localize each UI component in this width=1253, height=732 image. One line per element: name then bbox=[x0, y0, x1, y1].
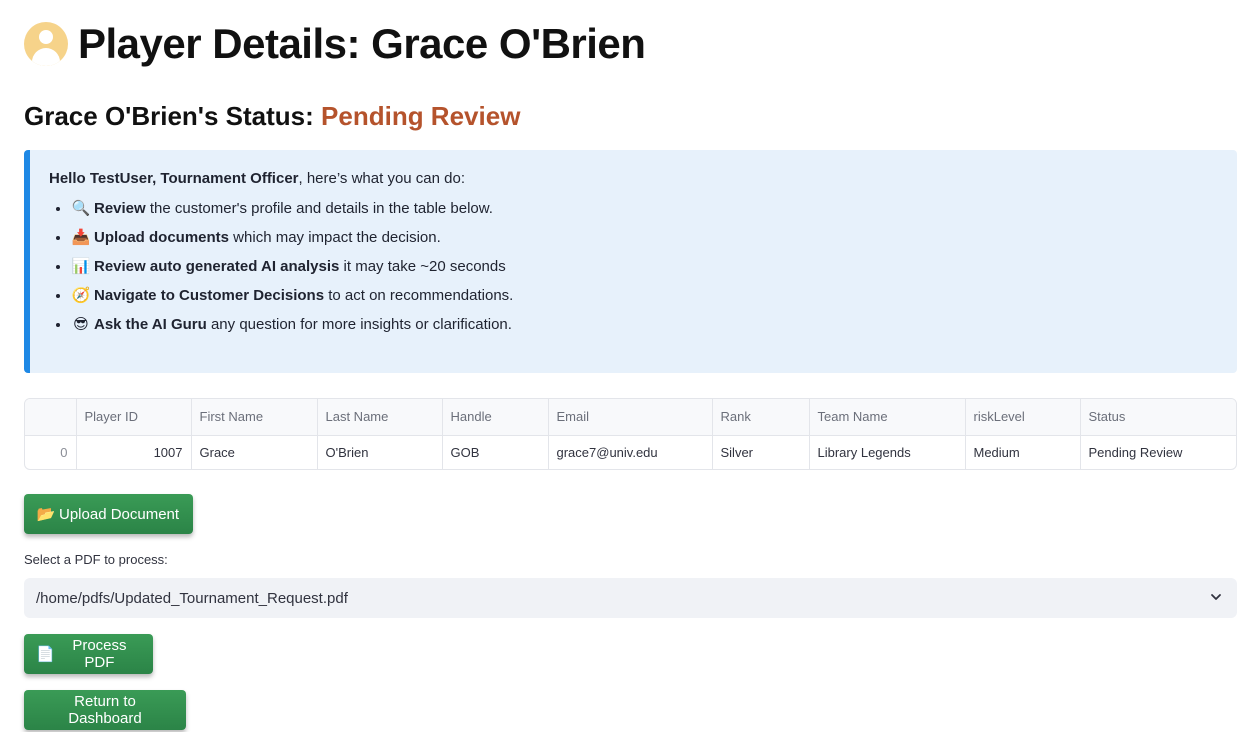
list-item-text: any question for more insights or clarif… bbox=[206, 316, 512, 333]
handle-cell[interactable]: GOB bbox=[442, 435, 549, 469]
pdf-select-label: Select a PDF to process: bbox=[24, 552, 168, 567]
list-item: 📥Upload documents which may impact the d… bbox=[71, 228, 1217, 248]
player-details-page: Player Details: Grace O'Brien Grace O'Br… bbox=[0, 0, 1253, 732]
column-header-player-id[interactable]: Player ID bbox=[76, 399, 192, 436]
upload-document-label: Upload Document bbox=[59, 505, 180, 523]
column-header-handle[interactable]: Handle bbox=[442, 399, 549, 436]
column-header-index[interactable] bbox=[25, 399, 77, 436]
process-pdf-label: Process PDF bbox=[72, 637, 127, 671]
status-cell[interactable]: Pending Review bbox=[1080, 435, 1236, 469]
greeting-bold: Hello TestUser, Tournament Officer bbox=[49, 170, 299, 187]
list-item-bold: Upload documents bbox=[94, 229, 230, 246]
column-header-last-name[interactable]: Last Name bbox=[317, 399, 443, 436]
page-title: Player Details: Grace O'Brien bbox=[78, 20, 646, 67]
instructions-info-box: Hello TestUser, Tournament Officer, here… bbox=[24, 150, 1237, 373]
user-avatar-icon bbox=[24, 22, 68, 66]
column-header-email[interactable]: Email bbox=[548, 399, 713, 436]
pdf-select-dropdown[interactable]: /home/pdfs/Updated_Tournament_Request.pd… bbox=[24, 578, 1237, 618]
email-cell[interactable]: grace7@univ.edu bbox=[548, 435, 713, 469]
status-label: Grace O'Brien's Status: bbox=[24, 101, 314, 131]
table-header-row: Player ID First Name Last Name Handle Em… bbox=[25, 399, 1236, 436]
first-name-cell[interactable]: Grace bbox=[191, 435, 318, 469]
column-header-risk-level[interactable]: riskLevel bbox=[965, 399, 1081, 436]
column-header-status[interactable]: Status bbox=[1080, 399, 1236, 436]
upload-document-button[interactable]: 📂 Upload Document bbox=[24, 494, 193, 534]
rank-cell[interactable]: Silver bbox=[712, 435, 810, 469]
greeting: Hello TestUser, Tournament Officer, here… bbox=[49, 170, 1217, 187]
guru-face-icon: 😎 bbox=[73, 316, 89, 333]
document-icon: 📄 bbox=[36, 646, 55, 663]
return-to-dashboard-label: Return to Dashboard bbox=[68, 693, 142, 727]
list-item-text: to act on recommendations. bbox=[324, 287, 514, 304]
list-item-text: it may take ~20 seconds bbox=[339, 258, 506, 275]
row-index-cell: 0 bbox=[25, 435, 77, 469]
list-item: 📊Review auto generated AI analysis it ma… bbox=[71, 257, 1217, 277]
list-item-text: the customer's profile and details in th… bbox=[145, 200, 493, 217]
list-item: 🔍Review the customer's profile and detai… bbox=[71, 199, 1217, 219]
list-item: 🧭Navigate to Customer Decisions to act o… bbox=[71, 286, 1217, 306]
status-heading: Grace O'Brien's Status: Pending Review bbox=[24, 101, 520, 132]
compass-icon: 🧭 bbox=[71, 287, 91, 304]
instruction-list: 🔍Review the customer's profile and detai… bbox=[49, 199, 1217, 335]
risk-level-cell[interactable]: Medium bbox=[965, 435, 1081, 469]
inbox-tray-icon: 📥 bbox=[71, 229, 91, 246]
status-value: Pending Review bbox=[321, 101, 521, 131]
greeting-rest: , here’s what you can do: bbox=[298, 170, 466, 187]
column-header-team-name[interactable]: Team Name bbox=[809, 399, 966, 436]
list-item-text: which may impact the decision. bbox=[229, 229, 441, 246]
list-item-bold: Review bbox=[94, 200, 146, 217]
list-item-bold: Navigate to Customer Decisions bbox=[94, 287, 325, 304]
last-name-cell[interactable]: O'Brien bbox=[317, 435, 443, 469]
column-header-rank[interactable]: Rank bbox=[712, 399, 810, 436]
magnifier-icon: 🔍 bbox=[71, 200, 91, 217]
return-to-dashboard-button[interactable]: Return to Dashboard bbox=[24, 690, 186, 730]
list-item-bold: Review auto generated AI analysis bbox=[94, 258, 340, 275]
player-id-cell[interactable]: 1007 bbox=[76, 435, 192, 469]
bar-chart-icon: 📊 bbox=[71, 258, 91, 275]
list-item-bold: Ask the AI Guru bbox=[94, 316, 207, 333]
folder-icon: 📂 bbox=[36, 506, 56, 523]
chevron-down-icon bbox=[1211, 594, 1221, 600]
process-pdf-button[interactable]: 📄 Process PDF bbox=[24, 634, 153, 674]
table-row: 0 1007 Grace O'Brien GOB grace7@univ.edu… bbox=[25, 435, 1236, 469]
team-name-cell[interactable]: Library Legends bbox=[809, 435, 966, 469]
pdf-select-value: /home/pdfs/Updated_Tournament_Request.pd… bbox=[36, 589, 348, 607]
page-header: Player Details: Grace O'Brien bbox=[24, 20, 646, 68]
list-item: 😎 Ask the AI Guru any question for more i… bbox=[71, 315, 1217, 335]
column-header-first-name[interactable]: First Name bbox=[191, 399, 318, 436]
player-data-table[interactable]: Player ID First Name Last Name Handle Em… bbox=[24, 398, 1237, 470]
